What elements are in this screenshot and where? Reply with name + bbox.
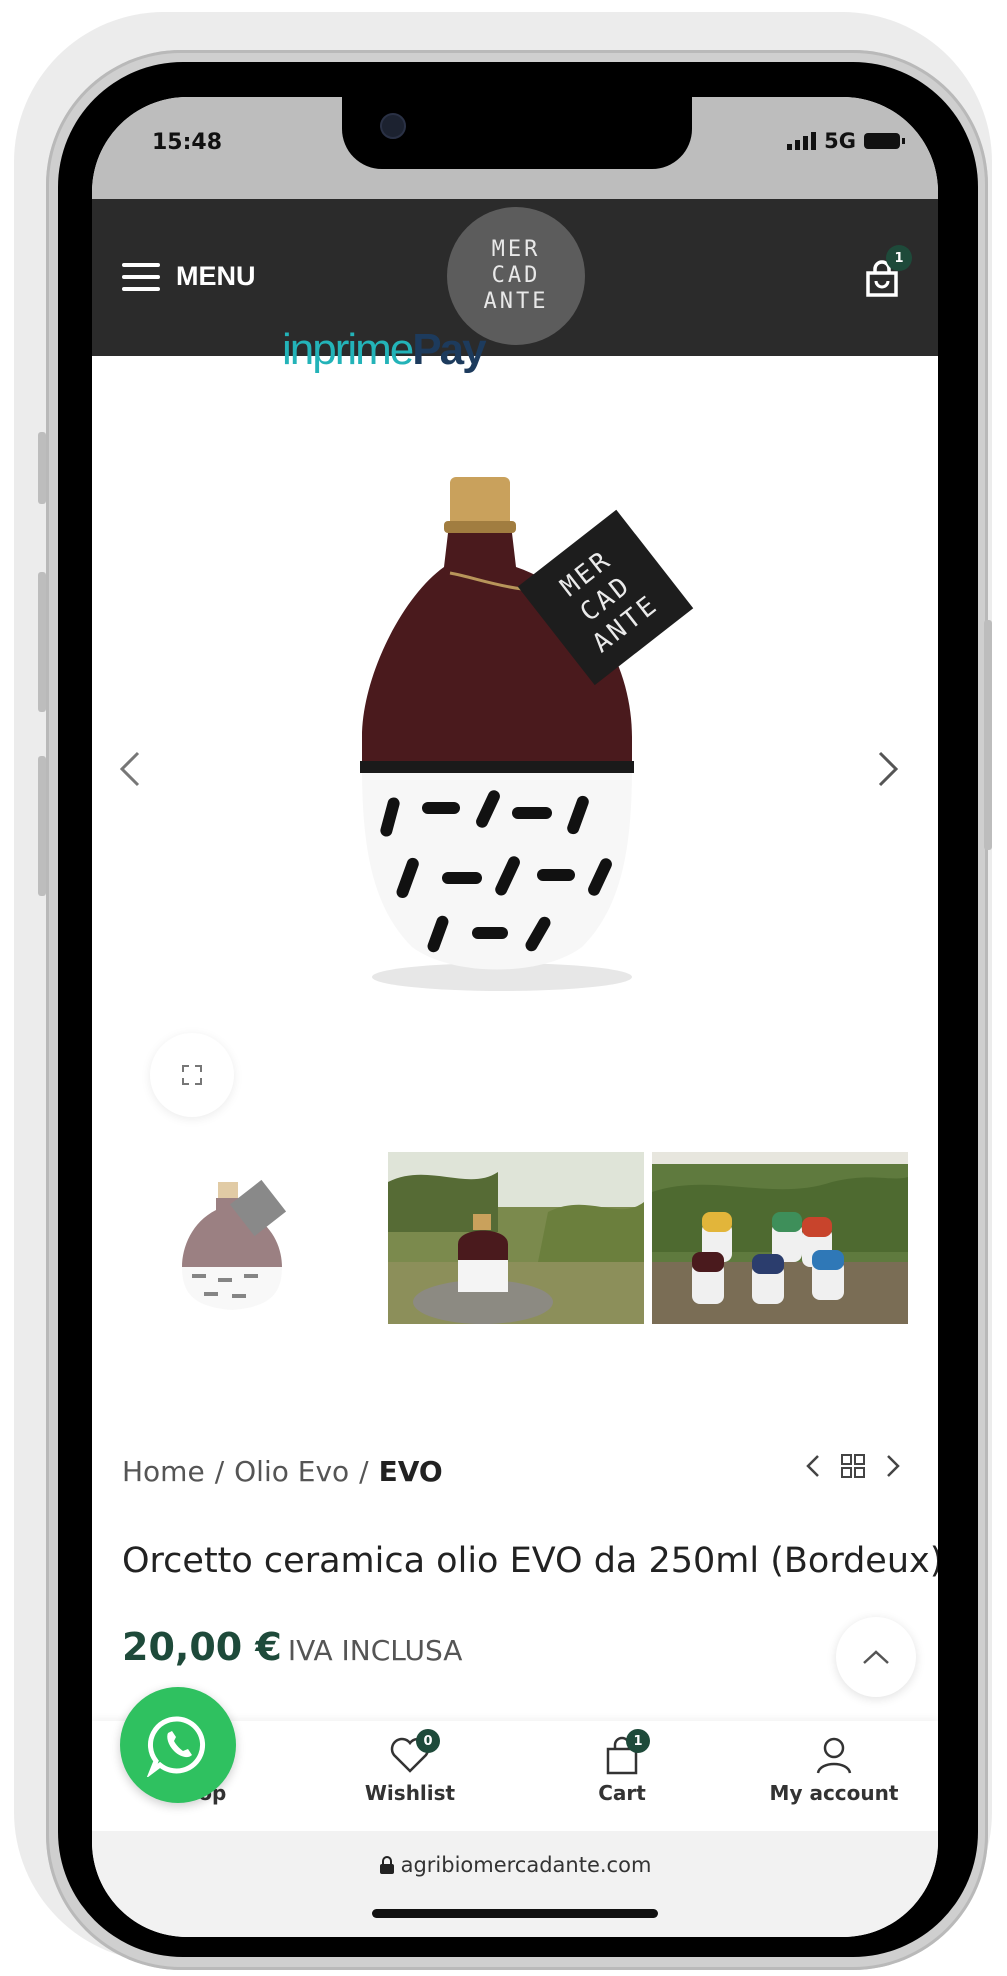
whatsapp-button[interactable] — [120, 1687, 236, 1803]
breadcrumb-separator: / — [359, 1455, 369, 1488]
lock-icon — [379, 1856, 394, 1874]
brand-part2: Pay — [412, 325, 486, 374]
menu-button[interactable]: MENU — [122, 261, 256, 292]
chevron-right-icon[interactable] — [886, 1454, 900, 1478]
zoom-button[interactable] — [150, 1033, 234, 1117]
chevron-left-icon[interactable] — [806, 1454, 820, 1478]
cart-badge: 1 — [626, 1729, 650, 1753]
brand-part1: inprime — [282, 325, 414, 374]
tab-cart[interactable]: 1 Cart — [516, 1729, 728, 1805]
wishlist-badge: 0 — [416, 1729, 440, 1753]
expand-icon — [182, 1065, 202, 1085]
silent-switch — [38, 432, 46, 504]
signal-icon — [787, 132, 817, 150]
scroll-to-top-button[interactable] — [836, 1617, 916, 1697]
tab-label: Wishlist — [364, 1781, 456, 1805]
volume-up-button — [38, 572, 46, 712]
logo-line: ANTE — [483, 289, 549, 314]
url-text: agribiomercadante.com — [92, 1853, 938, 1877]
inprimepay-banner[interactable]: inprimePay — [282, 325, 487, 375]
tab-wishlist[interactable]: 0 Wishlist — [304, 1729, 516, 1805]
breadcrumb-home[interactable]: Home — [122, 1455, 205, 1488]
menu-label: MENU — [176, 261, 256, 291]
thumbnail-1[interactable] — [132, 1152, 342, 1324]
gallery-prev-arrow[interactable] — [118, 745, 142, 801]
whatsapp-icon — [146, 1716, 206, 1777]
battery-icon — [864, 133, 905, 149]
logo-line: MER — [491, 237, 541, 262]
header-cart-button[interactable]: 1 — [862, 245, 912, 299]
breadcrumb-category[interactable]: Olio Evo — [234, 1455, 349, 1488]
home-indicator[interactable] — [372, 1909, 658, 1918]
logo-line: CAD — [491, 263, 541, 288]
front-camera — [380, 113, 406, 139]
network-label: 5G — [824, 129, 856, 153]
phone-screen: 15:48 5G MENU MER CAD ANTE 1 inprimePay … — [92, 97, 938, 1937]
browser-address-bar[interactable]: agribiomercadante.com — [92, 1831, 938, 1937]
tab-label: Cart — [598, 1781, 646, 1805]
tab-label: My account — [769, 1781, 899, 1805]
product-navigation — [806, 1453, 900, 1479]
header-cart-badge: 1 — [886, 245, 912, 271]
site-header: MENU MER CAD ANTE 1 — [92, 199, 938, 356]
volume-down-button — [38, 756, 46, 896]
product-gallery: MER CAD ANTE — [92, 397, 938, 1157]
menu-icon — [122, 262, 160, 291]
gallery-next-arrow[interactable] — [876, 745, 900, 801]
user-icon — [816, 1737, 852, 1774]
breadcrumb: Home / Olio Evo / EVO — [122, 1455, 443, 1488]
vat-label: IVA INCLUSA — [287, 1634, 463, 1667]
status-time: 15:48 — [152, 130, 223, 155]
price-amount: 20,00 € — [122, 1625, 282, 1669]
thumbnail-3[interactable] — [652, 1152, 908, 1324]
status-indicators: 5G — [787, 129, 905, 153]
thumbnail-2[interactable] — [388, 1152, 644, 1324]
url-value: agribiomercadante.com — [400, 1853, 652, 1877]
breadcrumb-current[interactable]: EVO — [379, 1455, 443, 1488]
grid-icon[interactable] — [840, 1453, 866, 1479]
product-price: 20,00 € IVA INCLUSA — [122, 1625, 462, 1669]
product-image[interactable]: MER CAD ANTE — [332, 477, 712, 1007]
chevron-left-icon — [119, 751, 140, 787]
power-button — [984, 620, 992, 850]
chevron-up-icon — [863, 1650, 889, 1664]
thumbnail-strip — [92, 1152, 938, 1327]
status-bar: 15:48 5G — [92, 97, 938, 199]
tab-my-account[interactable]: My account — [728, 1733, 938, 1805]
chevron-right-icon — [878, 751, 899, 787]
product-title: Orcetto ceramica olio EVO da 250ml (Bord… — [122, 1541, 938, 1581]
breadcrumb-separator: / — [214, 1455, 225, 1488]
